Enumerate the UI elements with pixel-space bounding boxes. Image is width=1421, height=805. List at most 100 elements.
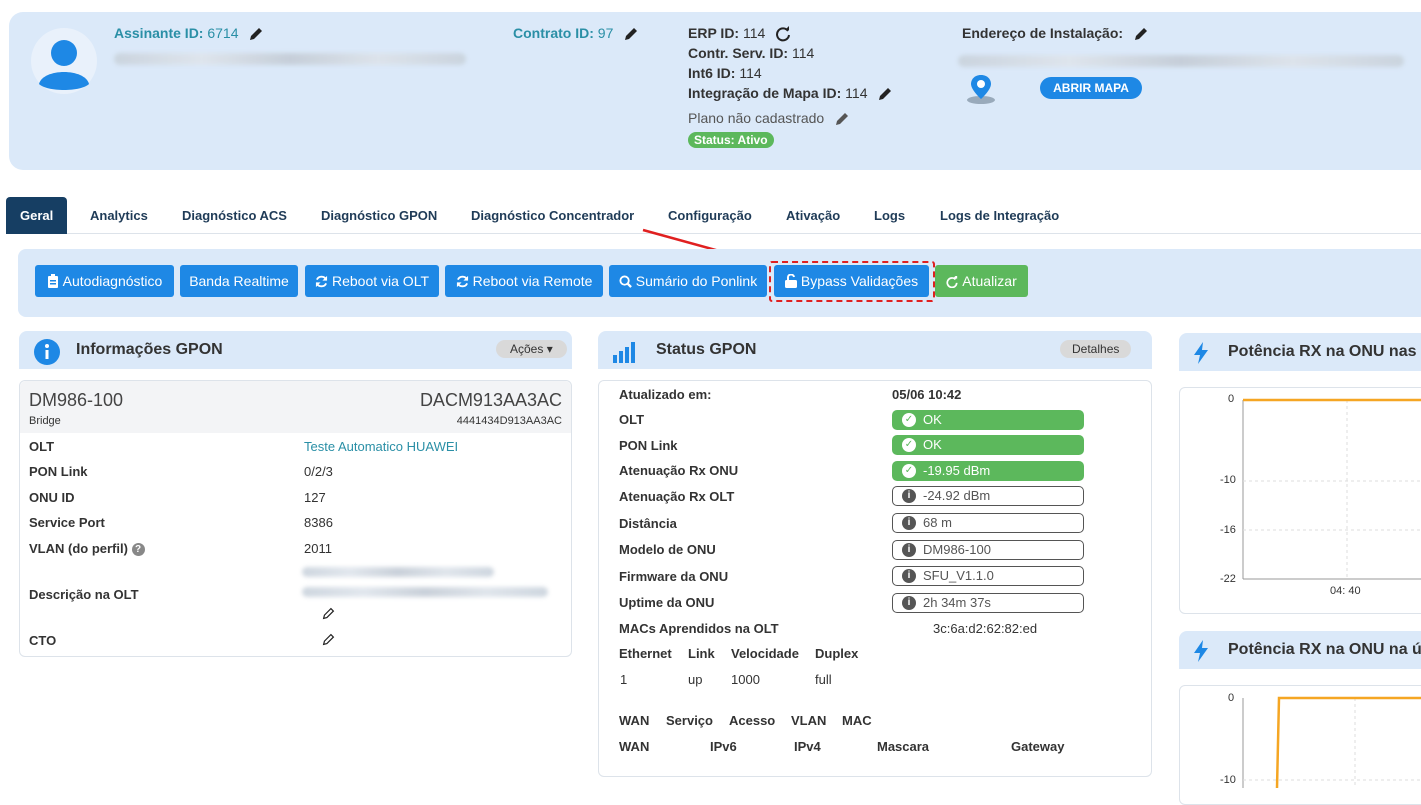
status-firmware-label: Firmware da ONU	[619, 569, 729, 584]
eth-header-link: Link	[688, 646, 715, 661]
chart2-plot	[1242, 696, 1421, 788]
onu-serial-hex: 4441434D913AA3AC	[456, 415, 562, 427]
tab-ativacao[interactable]: Ativação	[786, 197, 840, 234]
info-icon: i	[902, 543, 916, 557]
tab-analytics[interactable]: Analytics	[90, 197, 148, 234]
install-address: Endereço de Instalação:	[962, 25, 1149, 42]
tab-diagnostico-concentrador[interactable]: Diagnóstico Concentrador	[471, 197, 634, 234]
olt-description-blurred	[302, 587, 548, 597]
olt-description-label: Descrição na OLT	[29, 587, 139, 602]
reboot-remote-button[interactable]: Reboot via Remote	[445, 265, 603, 297]
actions-dropdown[interactable]: Ações ▾	[496, 340, 567, 358]
vlan-label: VLAN (do perfil) ?	[29, 541, 145, 557]
wan-header-vlan: VLAN	[791, 713, 827, 728]
tab-diagnostico-acs[interactable]: Diagnóstico ACS	[182, 197, 287, 234]
chart1-title-bar: Potência RX na ONU nas	[1179, 333, 1421, 371]
chart1-plot	[1242, 398, 1421, 580]
details-button[interactable]: Detalhes	[1060, 340, 1132, 358]
pon-link-label: PON Link	[29, 464, 88, 479]
refresh-icon	[456, 275, 468, 288]
contr-serv-id: Contr. Serv. ID: 114	[688, 45, 815, 61]
wan-header-mac: MAC	[842, 713, 872, 728]
edit-pencil-icon[interactable]	[877, 86, 893, 102]
reboot-olt-button[interactable]: Reboot via OLT	[305, 265, 439, 297]
wan2-header-gateway: Gateway	[1011, 739, 1065, 754]
chart2-title: Potência RX na ONU na ú	[1228, 641, 1421, 658]
refresh-icon	[315, 275, 328, 288]
check-icon: ✓	[902, 413, 916, 427]
edit-pencil-icon[interactable]	[834, 111, 850, 127]
highlight-box	[769, 261, 935, 302]
status-rx-olt-label: Atenuação Rx OLT	[619, 489, 735, 504]
chart1-ytick: -10	[1220, 474, 1236, 486]
status-olt-badge: ✓ OK	[892, 410, 1084, 430]
gpon-info-panel: DM986-100 DACM913AA3AC Bridge 4441434D91…	[19, 380, 572, 657]
check-icon: ✓	[902, 438, 916, 452]
open-map-button[interactable]: ABRIR MAPA	[1040, 77, 1142, 99]
edit-pencil-icon[interactable]	[322, 607, 335, 620]
olt-description-blurred	[302, 567, 494, 577]
eth-duplex: full	[815, 672, 832, 687]
chart1-xtick: 04: 40	[1330, 585, 1361, 597]
vlan-value: 2011	[304, 541, 332, 556]
status-pon-badge: ✓ OK	[892, 435, 1084, 455]
lightning-icon	[1194, 640, 1208, 662]
eth-port: 1	[620, 672, 628, 687]
gpon-status-panel-title: Status GPON Detalhes	[598, 331, 1152, 369]
banda-realtime-button[interactable]: Banda Realtime	[180, 265, 298, 297]
lightning-icon	[1194, 342, 1208, 364]
refresh-icon[interactable]	[775, 26, 791, 42]
status-badge: Status: Ativo	[688, 132, 774, 148]
autodiagnostico-button[interactable]: Autodiagnóstico	[35, 265, 174, 297]
chart1-title: Potência RX na ONU nas	[1228, 343, 1417, 360]
status-rx-onu-label: Atenuação Rx ONU	[619, 463, 739, 478]
gpon-info-title: Informações GPON	[76, 341, 223, 358]
olt-link[interactable]: Teste Automatico HUAWEI	[304, 439, 458, 454]
info-icon: i	[902, 489, 916, 503]
subscriber-id: Assinante ID: 6714	[114, 25, 264, 42]
edit-pencil-icon[interactable]	[623, 26, 639, 42]
wan2-header-ipv4: IPv4	[794, 739, 821, 754]
info-icon: i	[902, 596, 916, 610]
chart2-title-bar: Potência RX na ONU na ú	[1179, 631, 1421, 669]
help-icon[interactable]: ?	[131, 543, 145, 557]
wan2-header-mascara: Mascara	[877, 739, 930, 754]
info-icon: i	[902, 516, 916, 530]
sumario-ponlink-button[interactable]: Sumário do Ponlink	[609, 265, 767, 297]
chart2-ytick: 0	[1228, 692, 1235, 704]
updated-value: 05/06 10:42	[892, 387, 962, 402]
tab-logs[interactable]: Logs	[874, 197, 905, 234]
status-uptime-label: Uptime da ONU	[619, 595, 715, 610]
clipboard-icon	[47, 274, 58, 288]
chart1-ytick: -22	[1220, 573, 1236, 585]
status-rx-olt-badge: i -24.92 dBm	[892, 486, 1084, 506]
status-distance-badge: i 68 m	[892, 513, 1084, 533]
address-blurred	[958, 55, 1404, 67]
int6-id: Int6 ID: 114	[688, 65, 762, 81]
eth-header-duplex: Duplex	[815, 646, 859, 661]
refresh-icon	[946, 274, 958, 289]
atualizar-button[interactable]: Atualizar	[935, 265, 1028, 297]
info-circle-icon	[34, 339, 60, 365]
onu-serial: DACM913AA3AC	[419, 390, 562, 410]
chart1-ytick: -16	[1220, 524, 1236, 536]
edit-pencil-icon[interactable]	[322, 633, 335, 646]
edit-pencil-icon[interactable]	[248, 26, 264, 42]
tab-logs-integracao[interactable]: Logs de Integração	[940, 197, 1059, 234]
onu-mode: Bridge	[29, 415, 61, 427]
map-pin-icon	[967, 75, 995, 104]
cto-label: CTO	[29, 633, 57, 648]
service-port-value: 8386	[304, 515, 333, 530]
tab-geral[interactable]: Geral	[6, 197, 68, 234]
chart1-ytick: 0	[1228, 393, 1235, 405]
status-distance-label: Distância	[619, 516, 677, 531]
status-pon-label: PON Link	[619, 438, 678, 453]
gpon-status-title: Status GPON	[656, 341, 757, 358]
macs-value: 3c:6a:d2:62:82:ed	[933, 621, 1038, 636]
contract-id: Contrato ID: 97	[513, 25, 639, 42]
status-uptime-badge: i 2h 34m 37s	[892, 593, 1084, 613]
edit-pencil-icon[interactable]	[1133, 26, 1149, 42]
tab-diagnostico-gpon[interactable]: Diagnóstico GPON	[321, 197, 437, 234]
onu-id-value: 127	[304, 490, 326, 505]
search-icon	[619, 275, 632, 288]
